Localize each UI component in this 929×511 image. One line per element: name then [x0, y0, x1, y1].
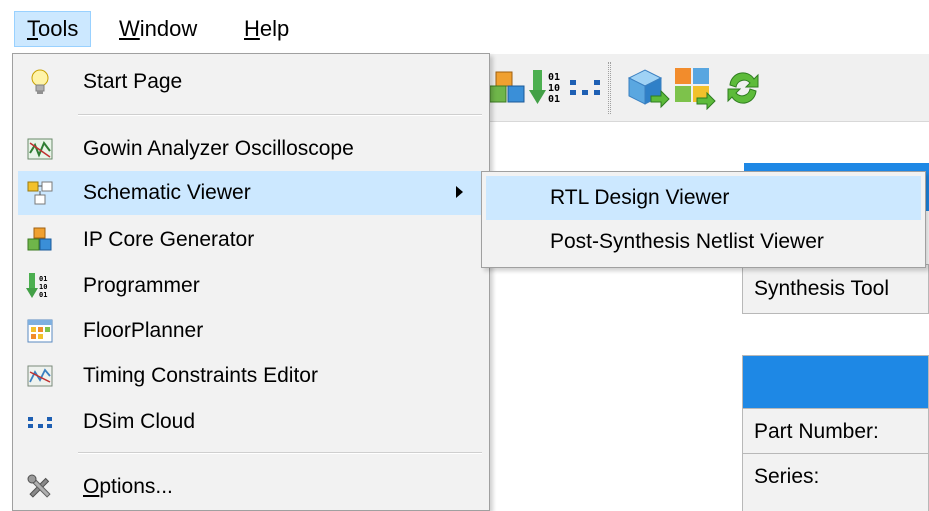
menu-separator	[78, 452, 482, 454]
timing-constraints-label: Timing Constraints Editor	[83, 364, 318, 387]
ip-core-icon	[27, 227, 52, 251]
options-mnemonic: O	[83, 475, 100, 498]
menu-help-label: elp	[259, 16, 290, 41]
schematic-icon	[27, 181, 53, 205]
menu-item-options[interactable]: Options...	[18, 465, 484, 509]
menu-window-mnemonic: W	[119, 16, 140, 41]
submenu-arrow-icon	[456, 186, 463, 198]
dsim-cloud-label: DSim Cloud	[83, 410, 196, 433]
svg-text:10: 10	[548, 83, 560, 94]
toolbar: 01 10 01	[488, 54, 929, 122]
options-label: Options...	[83, 465, 173, 509]
menu-separator	[78, 114, 482, 116]
menu-help[interactable]: Help	[232, 11, 301, 47]
svg-text:10: 10	[39, 283, 47, 291]
tools-menu: Start Page Gowin Analyzer Oscilloscope S…	[12, 53, 490, 511]
ip-core-toolbar-icon[interactable]	[488, 68, 528, 108]
tools-wrench-icon	[27, 474, 51, 498]
synthesize-toolbar-icon[interactable]	[623, 64, 671, 112]
dsim-toolbar-icon[interactable]	[566, 68, 606, 108]
submenu-item-post-synthesis-viewer[interactable]: Post-Synthesis Netlist Viewer	[486, 220, 921, 264]
floorplanner-icon	[27, 319, 53, 343]
menu-tools-mnemonic: T	[27, 16, 38, 41]
synthesis-summary-box: Synthesis Tool	[742, 264, 929, 314]
programmer-icon: 01 10 01	[26, 273, 47, 299]
svg-text:01: 01	[39, 275, 47, 283]
menubar: Tools Window Help	[0, 0, 929, 53]
device-info-header	[743, 356, 928, 409]
timing-icon	[27, 365, 53, 387]
svg-text:01: 01	[548, 72, 560, 83]
svg-text:01: 01	[548, 94, 560, 105]
menu-item-dsim-cloud[interactable]: DSim Cloud	[18, 400, 484, 444]
schematic-viewer-label: Schematic Viewer	[83, 181, 251, 204]
menu-tools[interactable]: Tools	[14, 11, 92, 47]
refresh-toolbar-icon[interactable]	[722, 67, 764, 109]
start-page-label: Start Page	[83, 70, 183, 93]
svg-text:01: 01	[39, 291, 47, 299]
synthesis-tool-row: Synthesis Tool	[754, 277, 890, 300]
toolbar-separator	[608, 62, 611, 114]
submenu-item-rtl-design-viewer[interactable]: RTL Design Viewer	[486, 176, 921, 220]
series-row: Series:	[754, 465, 820, 488]
programmer-label: Programmer	[83, 274, 200, 297]
post-synthesis-viewer-label: Post-Synthesis Netlist Viewer	[550, 230, 824, 253]
menu-item-gowin-analyzer[interactable]: Gowin Analyzer Oscilloscope	[18, 127, 484, 171]
dsim-icon	[28, 417, 52, 428]
place-route-toolbar-icon[interactable]	[673, 66, 717, 110]
schematic-viewer-submenu: RTL Design Viewer Post-Synthesis Netlist…	[481, 171, 926, 268]
menu-help-mnemonic: H	[244, 16, 260, 41]
options-label-rest: ptions...	[99, 475, 173, 498]
programmer-toolbar-icon[interactable]: 01 10 01	[528, 68, 568, 108]
menu-window[interactable]: Window	[107, 11, 209, 47]
menu-item-programmer[interactable]: 01 10 01 Programmer	[18, 264, 484, 308]
part-number-row: Part Number:	[743, 409, 928, 454]
menu-item-ip-core-generator[interactable]: IP Core Generator	[18, 218, 484, 262]
rtl-design-viewer-label: RTL Design Viewer	[550, 186, 730, 209]
gowin-analyzer-label: Gowin Analyzer Oscilloscope	[83, 137, 354, 160]
menu-tools-label: ools	[38, 16, 79, 41]
menu-item-floorplanner[interactable]: FloorPlanner	[18, 309, 484, 353]
lightbulb-icon	[31, 69, 49, 94]
menu-item-schematic-viewer[interactable]: Schematic Viewer	[18, 171, 484, 215]
menu-item-start-page[interactable]: Start Page	[18, 60, 484, 104]
menu-window-label: indow	[139, 16, 198, 41]
oscilloscope-icon	[27, 138, 53, 160]
device-info-box: Part Number: Series:	[742, 355, 929, 511]
menu-item-timing-constraints[interactable]: Timing Constraints Editor	[18, 354, 484, 398]
ip-core-generator-label: IP Core Generator	[83, 228, 255, 251]
floorplanner-label: FloorPlanner	[83, 319, 204, 342]
